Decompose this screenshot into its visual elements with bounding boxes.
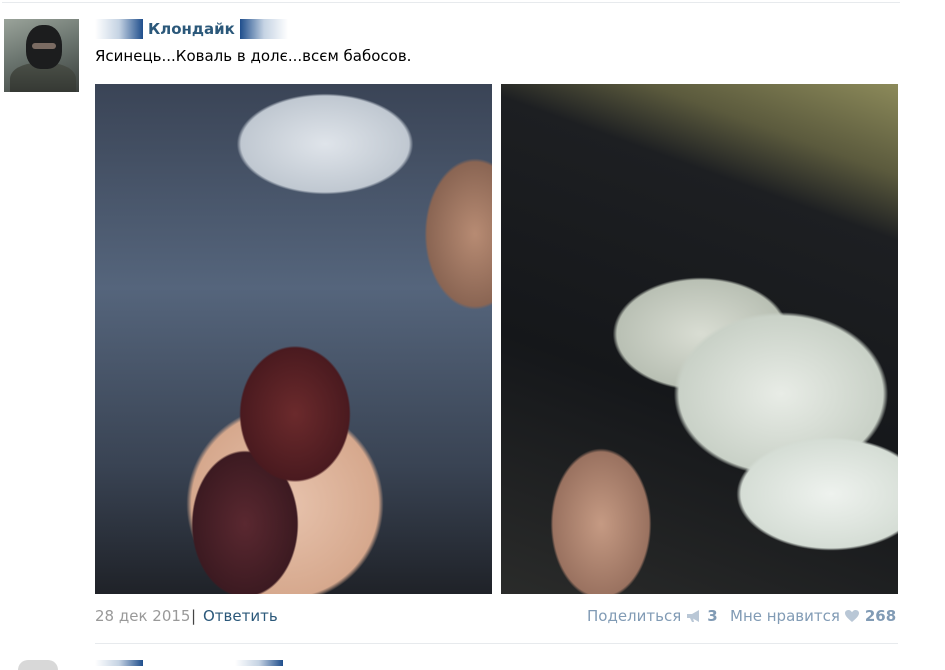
heart-icon: [844, 610, 859, 622]
megaphone-icon: [687, 610, 700, 622]
avatar-eyes: [32, 43, 56, 49]
divider: [2, 2, 900, 3]
post-text: Ясинець...Коваль в долє...всєм бабосов.: [95, 47, 412, 65]
author-row: Клондайк: [95, 18, 288, 40]
separator: |: [191, 607, 197, 625]
next-post-flag-right: [235, 660, 283, 666]
avatar[interactable]: [4, 19, 79, 92]
share-button[interactable]: Поделиться 3: [587, 607, 718, 625]
next-post-flag-left: [95, 660, 143, 666]
reply-link[interactable]: Ответить: [203, 607, 278, 625]
like-button[interactable]: Мне нравится 268: [730, 607, 896, 625]
post-photo-dollars[interactable]: [501, 84, 898, 594]
like-label: Мне нравится: [730, 607, 840, 625]
flag-decoration-left: [95, 19, 143, 39]
wall-post: Клондайк Ясинець...Коваль в долє...всєм …: [0, 0, 930, 670]
divider-bottom: [95, 643, 898, 644]
flag-decoration-right: [239, 19, 288, 39]
next-post-avatar[interactable]: [18, 660, 58, 670]
share-count: 3: [707, 607, 718, 625]
post-date-link[interactable]: 28 дек 2015: [95, 607, 190, 625]
post-photo-amber[interactable]: [95, 84, 492, 594]
share-label: Поделиться: [587, 607, 682, 625]
author-name-link[interactable]: Клондайк: [148, 20, 235, 38]
like-count: 268: [864, 607, 897, 625]
